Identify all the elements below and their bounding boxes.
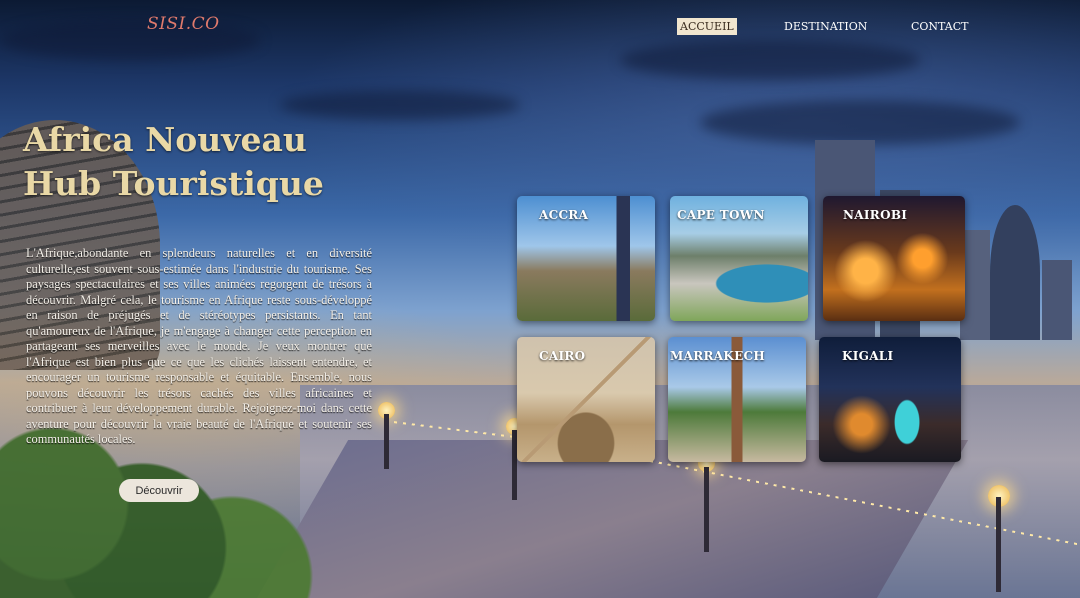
destination-card-nairobi[interactable]: NAIROBI xyxy=(823,196,965,321)
nav-contact[interactable]: CONTACT xyxy=(908,18,972,35)
cloud xyxy=(620,40,920,80)
destination-card-kigali[interactable]: KIGALI xyxy=(819,337,961,462)
hero-title: Africa Nouveau Hub Touristique xyxy=(23,118,324,206)
discover-button[interactable]: Découvrir xyxy=(119,479,199,502)
card-label: ACCRA xyxy=(539,208,589,222)
main-nav: ACCUEIL DESTINATION CONTACT xyxy=(0,18,1080,38)
card-label: NAIROBI xyxy=(843,208,908,222)
nav-accueil[interactable]: ACCUEIL xyxy=(677,18,737,35)
promenade xyxy=(250,440,969,598)
building xyxy=(990,205,1040,340)
card-label: MARRAKECH xyxy=(670,349,766,363)
card-label: KIGALI xyxy=(842,349,894,363)
card-label: CAPE TOWN xyxy=(677,208,765,222)
landing-page: SISI.CO ACCUEIL DESTINATION CONTACT Afri… xyxy=(0,0,1080,598)
destination-card-accra[interactable]: ACCRA xyxy=(517,196,655,321)
hero-title-line2: Hub Touristique xyxy=(23,164,324,203)
cloud xyxy=(280,90,520,120)
hero-title-line1: Africa Nouveau xyxy=(23,120,307,159)
hero-paragraph: L'Afrique,abondante en splendeurs nature… xyxy=(26,246,372,446)
destination-card-cape-town[interactable]: CAPE TOWN xyxy=(670,196,808,321)
building xyxy=(1042,260,1072,340)
nav-destination[interactable]: DESTINATION xyxy=(781,18,870,35)
card-label: CAIRO xyxy=(539,349,586,363)
cloud xyxy=(700,100,1020,145)
destination-card-marrakech[interactable]: MARRAKECH xyxy=(668,337,806,462)
destination-card-cairo[interactable]: CAIRO xyxy=(517,337,655,462)
